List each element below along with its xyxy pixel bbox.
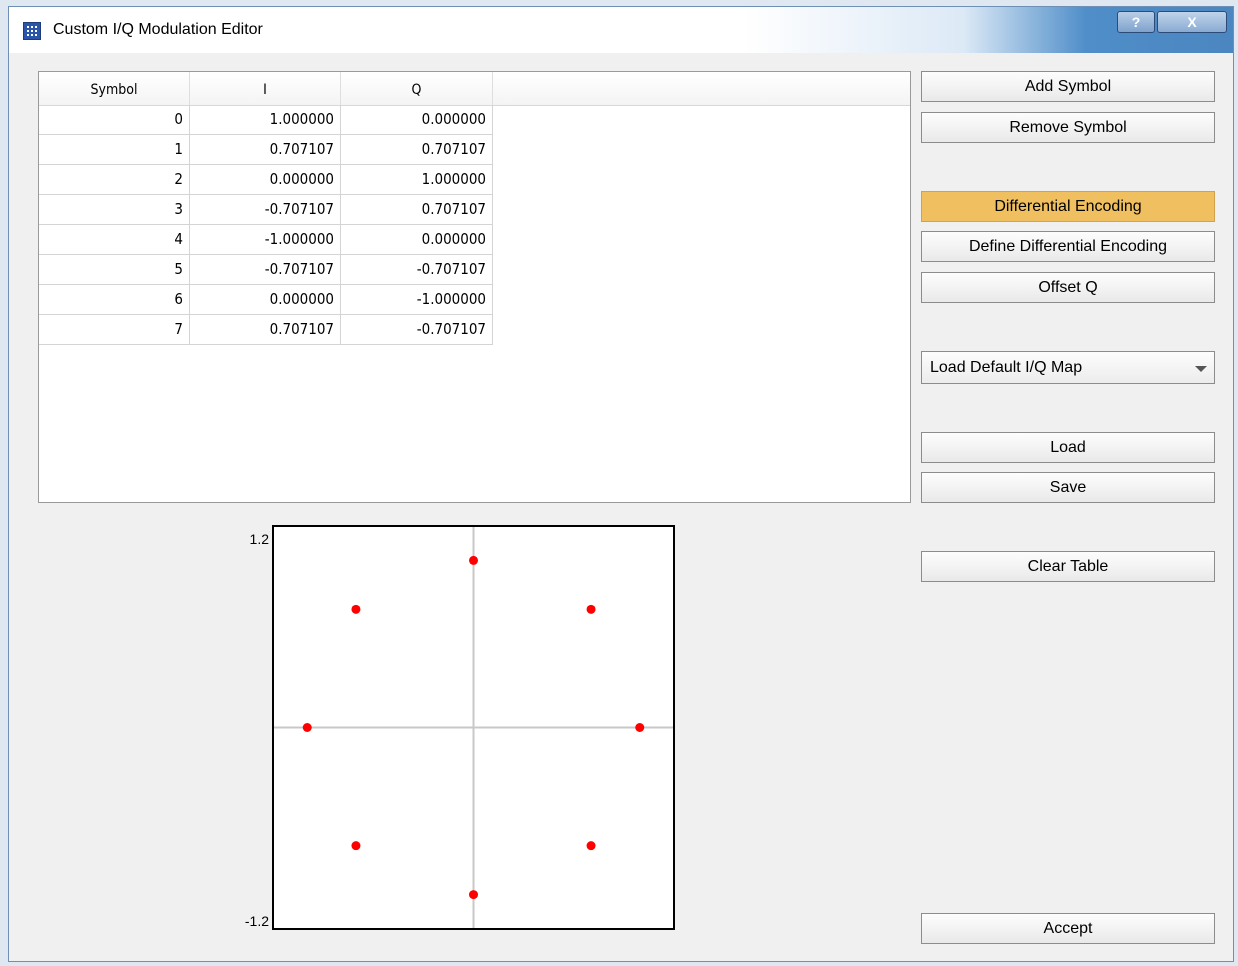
constellation-point-5 [351,841,361,851]
q-cell[interactable]: 0.707107 [341,135,493,165]
constellation-point-3 [351,604,361,614]
constellation-point-6 [469,890,478,900]
q-cell[interactable]: 0.707107 [341,195,493,225]
symbol-cell[interactable]: 1 [39,135,190,165]
i-cell[interactable]: 0.707107 [190,135,341,165]
clear-table-button[interactable]: Clear Table [921,551,1215,582]
symbol-cell[interactable]: 5 [39,255,190,285]
table-header: Symbol I Q [39,72,910,106]
constellation-plot [272,525,675,930]
i-cell[interactable]: 0.707107 [190,315,341,345]
symbol-cell[interactable]: 7 [39,315,190,345]
i-cell[interactable]: 0.000000 [190,165,341,195]
close-button[interactable]: X [1157,11,1227,33]
save-button[interactable]: Save [921,472,1215,503]
help-button[interactable]: ? [1117,11,1155,33]
i-cell[interactable]: 1.000000 [190,105,341,135]
symbol-cell[interactable]: 4 [39,225,190,255]
i-cell[interactable]: -0.707107 [190,195,341,225]
column-header-q[interactable]: Q [341,72,493,105]
add-symbol-button[interactable]: Add Symbol [921,71,1215,102]
symbol-cell[interactable]: 6 [39,285,190,315]
q-cell[interactable]: 1.000000 [341,165,493,195]
i-cell[interactable]: -1.000000 [190,225,341,255]
q-cell[interactable]: 0.000000 [341,105,493,135]
constellation-point-2 [469,555,478,565]
constellation-point-0 [635,723,645,732]
i-cell[interactable]: 0.000000 [190,285,341,315]
q-cell[interactable]: -1.000000 [341,285,493,315]
differential-encoding-toggle[interactable]: Differential Encoding [921,191,1215,222]
constellation-point-1 [586,604,596,614]
y-axis-max-label: 1.2 [249,531,269,547]
symbol-cell[interactable]: 2 [39,165,190,195]
dropdown-selected-value: Load Default I/Q Map [930,359,1083,376]
q-cell[interactable]: 0.000000 [341,225,493,255]
symbol-cell[interactable]: 3 [39,195,190,225]
offset-q-button[interactable]: Offset Q [921,272,1215,303]
load-button[interactable]: Load [921,432,1215,463]
q-cell[interactable]: -0.707107 [341,315,493,345]
title-bar: Custom I/Q Modulation Editor ? X [9,7,1233,53]
column-header-symbol[interactable]: Symbol [39,72,190,105]
constellation-svg [274,527,673,928]
y-axis-min-label: -1.2 [244,913,269,929]
constellation-point-7 [586,841,596,851]
iq-symbol-table[interactable]: Symbol I Q 0 1.000000 0.000000 1 0.707107 0.7… [38,71,911,503]
accept-button[interactable]: Accept [921,913,1215,944]
remove-symbol-button[interactable]: Remove Symbol [921,112,1215,143]
chevron-down-icon [1195,366,1207,372]
column-header-i[interactable]: I [190,72,341,105]
default-iq-map-dropdown[interactable]: Load Default I/Q Map [921,351,1215,384]
i-cell[interactable]: -0.707107 [190,255,341,285]
symbol-cell[interactable]: 0 [39,105,190,135]
app-grid-icon [23,22,41,40]
constellation-point-4 [302,723,312,732]
window-title: Custom I/Q Modulation Editor [53,21,263,38]
modulation-editor-window: Custom I/Q Modulation Editor ? X Symbol … [8,6,1234,962]
q-cell[interactable]: -0.707107 [341,255,493,285]
define-differential-encoding-button[interactable]: Define Differential Encoding [921,231,1215,262]
